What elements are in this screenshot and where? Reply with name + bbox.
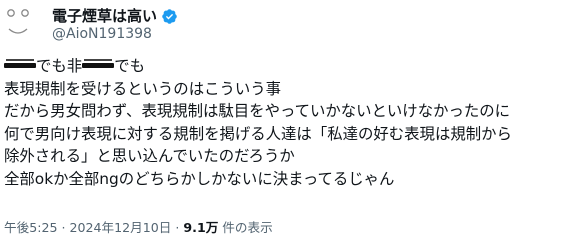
tweet-line-1-part-a: でも非 — [36, 57, 83, 75]
tweet-line-5: 除外される」と思い込んでいたのだろうか — [4, 147, 295, 165]
avatar-icon[interactable] — [3, 4, 41, 42]
tweet-line-1: でも非 でも — [4, 55, 576, 78]
tweet-text: でも非 でも 表現規制を受けるというのはこういう事 だから男女問わず、表現規制は駄… — [4, 55, 576, 190]
meta-separator: · — [57, 220, 70, 235]
tweet-time[interactable]: 午後5:25 — [4, 220, 57, 235]
views-count[interactable]: 9.1万 — [183, 220, 218, 235]
tweet-line-4: 何で男向け表現に対する規制を掲げる人達は「私達の好む表現は規制から — [4, 124, 512, 143]
views-label: 件の表示 — [218, 220, 273, 235]
tweet-header: 電子煙草は高い @AioN191398 — [0, 0, 580, 48]
verified-badge-icon[interactable] — [161, 8, 178, 25]
meta-separator-2: · — [171, 220, 184, 235]
tweet-line-2: 表現規制を受けるというのはこういう事 — [4, 79, 282, 98]
redacted-text — [4, 58, 36, 72]
tweet-line-6: 全部okか全部ngのどちらかしかないに決まってるじゃん — [4, 169, 395, 188]
tweet-line-1-part-b: でも — [114, 57, 145, 75]
tweet-date[interactable]: 2024年12月10日 — [69, 220, 171, 235]
display-name-row: 電子煙草は高い — [52, 6, 178, 26]
tweet-meta: 午後5:25 · 2024年12月10日 · 9.1万 件の表示 — [4, 218, 273, 238]
user-handle[interactable]: @AioN191398 — [52, 24, 152, 44]
redacted-text — [82, 58, 115, 72]
display-name[interactable]: 電子煙草は高い — [52, 6, 157, 26]
tweet-line-3: だから男女問わず、表現規制は駄目をやっていかないといけなかったのに — [4, 102, 511, 120]
